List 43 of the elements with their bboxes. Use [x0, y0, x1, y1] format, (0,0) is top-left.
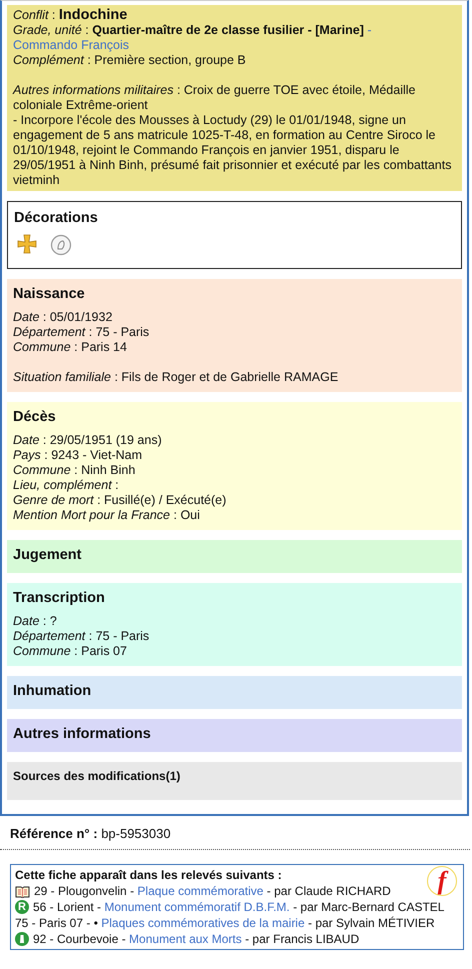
field-text: Complément : Première section, groupe B: [13, 53, 246, 68]
field-text: Autres informations militaires : Croix de guerre TOE avec étoile, Médaille coloniale Extrême-orient: [13, 83, 416, 113]
releve-link[interactable]: Plaque commémorative: [137, 884, 264, 898]
section-title: Autres informations: [13, 727, 151, 742]
field-text: Mention Mort pour la France : Oui: [13, 508, 200, 523]
medal-icon: [50, 234, 72, 256]
section-title: Naissance: [13, 287, 85, 302]
conflict-text: Conflit : Indochine: [13, 8, 128, 23]
releve-text: 75 - Paris 07 - • Plaques commémoratives de la mairie - par Sylvain MÉTIVIER: [15, 915, 435, 931]
releves-title: Cette fiche apparaît dans les relevés suivants :: [15, 867, 282, 883]
grade-text: Grade, unité : Quartier-maître de 2e classe fusilier - [Marine] - Commando François: [13, 23, 373, 53]
cross-medal-icon: [16, 234, 38, 256]
field-text: Département : 75 - Paris: [13, 629, 150, 644]
monument-icon: [15, 932, 29, 946]
field-text: Département : 75 - Paris: [13, 325, 150, 340]
field-text: Commune : Paris 14: [13, 340, 127, 355]
unit-link[interactable]: Commando François: [13, 38, 130, 52]
field-text: Date : 29/05/1951 (19 ans): [13, 433, 162, 448]
releve-text: 29 - Plougonvelin - Plaque commémorative - par Claude RICHARD: [34, 883, 391, 899]
field-text: Date : ?: [13, 614, 57, 629]
field-text: Commune : Paris 07: [13, 644, 127, 659]
releve-text: 56 - Lorient - Monument commémoratif D.B.F.M. - par Marc-Bernard CASTEL: [33, 899, 444, 915]
releve-link[interactable]: Plaques commémoratives de la mairie: [101, 916, 305, 930]
r-badge-icon: R: [15, 900, 29, 914]
field-text: Lieu, complément :: [13, 478, 119, 493]
reference-text: Référence n° : bp-5953030: [10, 826, 172, 841]
section-title: Transcription: [13, 591, 105, 606]
releve-link[interactable]: Monument aux Morts: [129, 932, 242, 946]
logo-icon: f: [427, 866, 457, 896]
section-title: Décorations: [14, 210, 98, 226]
book-icon: [15, 884, 30, 898]
sources-title: Sources des modifications(1): [13, 769, 180, 783]
releve-link[interactable]: Monument commémoratif D.B.F.M.: [104, 900, 290, 914]
field-text: Pays : 9243 - Viet-Nam: [13, 448, 142, 463]
section-title: Décès: [13, 410, 56, 425]
section-title: Jugement: [13, 548, 82, 563]
field-text: Genre de mort : Fusillé(e) / Exécuté(e): [13, 493, 226, 508]
section-title: Inhumation: [13, 684, 92, 699]
note-text: - Incorpore l'école des Mousses à Loctudy (29) le 01/01/1948, signe un engagement de 5 ans matricule 1025-T-48, en formation au Centre Siroco le 01/10/1948, rejoint le Commando François en janvier 1951, disparu le 29/05/1951 à Ninh Binh, présumé fait prisonnier et exécuté par les combattants vietminh: [13, 113, 452, 188]
releve-text: 92 - Courbevoie - Monument aux Morts - par Francis LIBAUD: [33, 931, 360, 947]
field-text: Date : 05/01/1932: [13, 310, 112, 325]
field-text: Situation familiale : Fils de Roger et de Gabrielle RAMAGE: [13, 370, 338, 385]
field-text: Commune : Ninh Binh: [13, 463, 136, 478]
